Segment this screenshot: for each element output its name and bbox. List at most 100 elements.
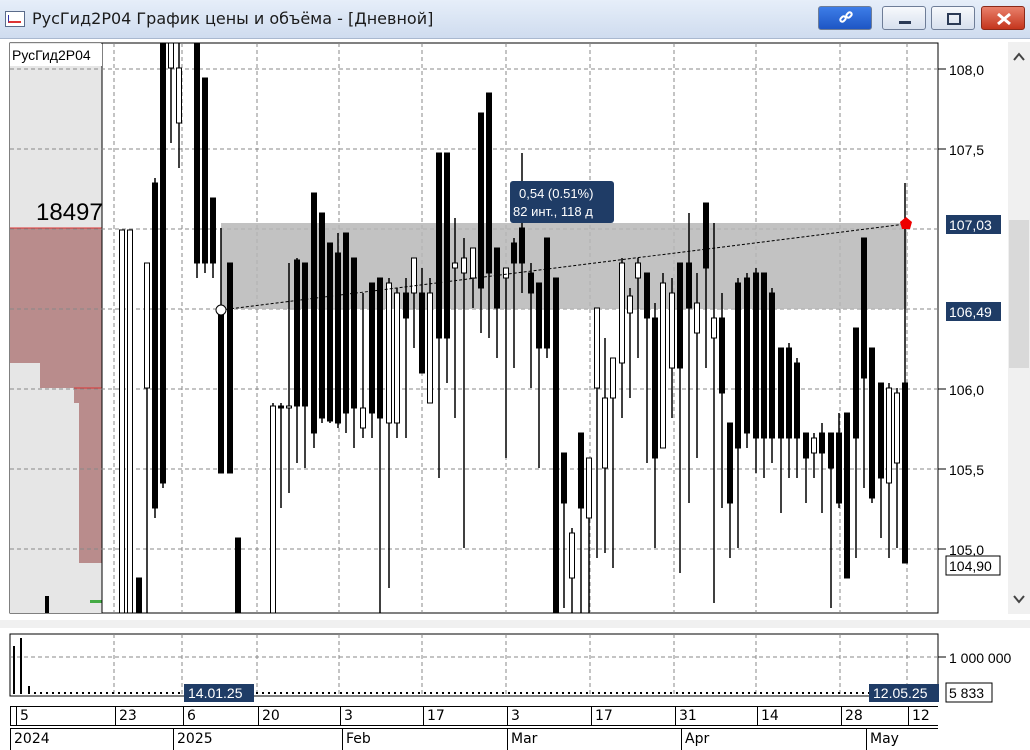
candle-body xyxy=(210,197,216,264)
upper-price-marker-label: 107,03 xyxy=(949,217,992,233)
candle-body xyxy=(811,437,817,454)
candle-body xyxy=(194,42,200,264)
day-tick: 28 xyxy=(841,707,863,726)
candle-body xyxy=(610,357,616,399)
day-tick: 17 xyxy=(591,707,613,726)
candle-body xyxy=(470,247,476,279)
month-tick: 2025 xyxy=(173,729,213,750)
candle-body xyxy=(369,282,375,414)
scroll-down-button[interactable] xyxy=(1008,584,1030,614)
link-button[interactable] xyxy=(818,6,872,30)
day-tick: 20 xyxy=(258,707,280,726)
candle-body xyxy=(119,229,125,614)
lower-price-marker-label: 106,49 xyxy=(949,304,992,320)
vertical-scrollbar[interactable] xyxy=(1008,42,1030,614)
candle-body xyxy=(519,227,525,264)
day-tick: 3 xyxy=(507,707,520,726)
candle-body xyxy=(168,42,174,69)
candle-body xyxy=(503,267,509,279)
candle-body xyxy=(727,422,733,504)
candle-body xyxy=(144,262,150,389)
candle-body xyxy=(828,432,834,469)
candle-body xyxy=(794,362,800,439)
time-axis[interactable]: 5 23 6 20 3 17 3 17 31 14 28 12 2024 202… xyxy=(0,704,1030,750)
volume-axis-label: 1 000 000 xyxy=(949,650,1011,666)
candle-body xyxy=(569,532,575,579)
maximize-button[interactable] xyxy=(931,6,975,30)
candle-body xyxy=(660,282,666,449)
scroll-up-button[interactable] xyxy=(1008,42,1030,72)
candle-body xyxy=(886,387,892,484)
candle-body xyxy=(652,317,658,459)
candle-body xyxy=(803,432,809,459)
candle-body xyxy=(461,257,467,274)
candle-body xyxy=(627,295,633,314)
candle-body xyxy=(635,262,641,279)
candle-body xyxy=(176,67,182,124)
candle-body xyxy=(218,309,224,474)
candle-body xyxy=(836,432,842,504)
profile-value: 18497 xyxy=(36,199,103,226)
candle-body xyxy=(561,452,567,504)
candle-body xyxy=(286,405,292,409)
candle-body xyxy=(270,405,276,614)
measurement-start-point[interactable] xyxy=(215,304,227,316)
last-price-label: 104,90 xyxy=(949,558,992,574)
candle-body xyxy=(711,317,717,339)
candle-body xyxy=(386,282,392,424)
candle-body xyxy=(578,432,584,509)
tooltip-change: 0,54 (0.51%) xyxy=(519,186,593,201)
pane-splitter[interactable] xyxy=(0,620,1030,628)
candle-body xyxy=(703,202,709,269)
candle-body xyxy=(528,272,534,294)
candle-body xyxy=(377,277,383,419)
candle-body xyxy=(127,229,133,614)
price-chart[interactable]: 0,54 (0.51%) 82 инт., 118 д РусГид2Р04 1… xyxy=(0,38,1008,620)
candle-body xyxy=(761,272,767,439)
candle-body xyxy=(586,457,592,519)
candle-body xyxy=(853,327,859,439)
day-tick: 31 xyxy=(675,707,697,726)
minimize-button[interactable] xyxy=(882,6,926,30)
day-tick: 17 xyxy=(423,707,445,726)
close-button[interactable] xyxy=(981,6,1025,30)
candle-body xyxy=(786,347,792,439)
candle-body xyxy=(819,432,825,454)
candle-body xyxy=(403,292,409,319)
month-ticks: 2024 2025 Feb Mar Apr May xyxy=(10,728,938,750)
day-tick: 5 xyxy=(16,707,29,726)
candle-body xyxy=(394,292,400,424)
candle-body xyxy=(861,237,867,379)
candle-body xyxy=(735,282,741,449)
candle-body xyxy=(152,182,158,509)
candle-body xyxy=(227,262,233,474)
candle-body xyxy=(769,292,775,439)
candle-body xyxy=(343,232,349,414)
close-icon xyxy=(997,12,1011,26)
day-tick: 6 xyxy=(183,707,196,726)
candle-body xyxy=(436,152,442,339)
candle-body xyxy=(160,42,166,484)
candle-body xyxy=(511,242,517,264)
day-tick: 3 xyxy=(340,707,353,726)
scrollbar-thumb[interactable] xyxy=(1009,220,1029,368)
candle-body xyxy=(686,262,692,309)
candle-body xyxy=(235,537,241,614)
candle-body xyxy=(452,262,458,269)
candle-body xyxy=(327,242,333,422)
month-tick: May xyxy=(866,729,899,750)
candle-body xyxy=(878,382,884,479)
month-tick: 2024 xyxy=(14,731,50,747)
volume-chart[interactable]: 14.01.25 12.05.25 1 000 000 5 833 xyxy=(0,628,1030,704)
link-icon xyxy=(839,11,853,23)
candle-body xyxy=(351,257,357,409)
range-end-label: 12.05.25 xyxy=(873,685,928,701)
candle-body xyxy=(536,282,542,349)
day-tick: 12 xyxy=(908,707,930,726)
candle-body xyxy=(644,272,650,319)
candle-body xyxy=(602,397,608,469)
candle-body xyxy=(444,152,450,339)
day-tick: 23 xyxy=(115,707,137,726)
candle-body xyxy=(202,77,208,264)
chevron-up-icon xyxy=(1013,52,1025,61)
